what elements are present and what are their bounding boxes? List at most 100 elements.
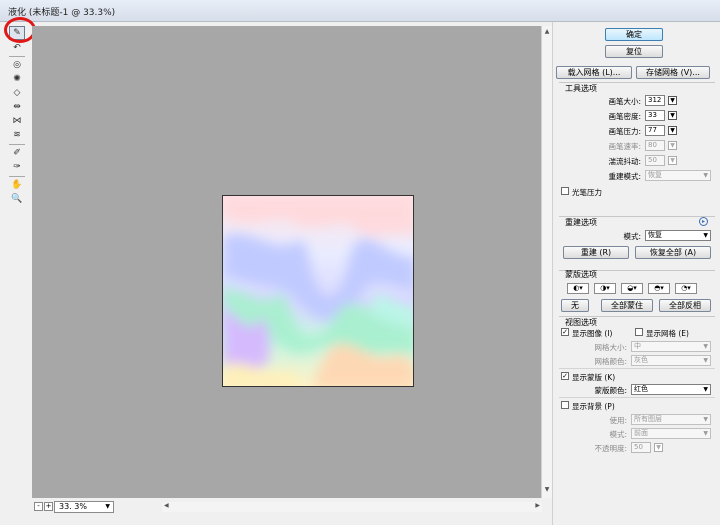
turbulence-icon: ≋ <box>13 130 21 140</box>
bloat-icon: ◇ <box>13 88 21 98</box>
mesh-color-value: 灰色 <box>634 356 648 364</box>
backdrop-opacity-dropdown-icon[interactable]: ▼ <box>654 443 663 452</box>
show-mesh-label: 显示网格 (E) <box>646 329 689 338</box>
invert-all-button[interactable]: 全部反相 <box>659 299 711 312</box>
turbulent-jitter-dropdown-icon[interactable]: ▼ <box>668 156 677 165</box>
scroll-up-arrow-icon[interactable]: ▲ <box>543 28 551 36</box>
zoom-dropdown-icon[interactable]: ▼ <box>105 502 110 512</box>
brush-pressure-dropdown-icon[interactable]: ▼ <box>668 126 677 135</box>
mask-subtract-icon[interactable]: ◒▾ <box>621 283 643 294</box>
hand-icon: ✋ <box>11 180 23 190</box>
scroll-down-arrow-icon[interactable]: ▼ <box>543 486 551 494</box>
turbulence-tool[interactable]: ≋ <box>9 128 25 142</box>
chevron-down-icon: ▼ <box>703 343 708 350</box>
thaw-mask-tool[interactable]: ✑ <box>9 160 25 174</box>
chevron-down-icon: ▼ <box>703 416 708 423</box>
push-left-tool[interactable]: ⇹ <box>9 100 25 114</box>
brush-size-input[interactable]: 312 <box>645 95 665 106</box>
tool-options-title: 工具选项 <box>565 84 597 93</box>
mask-all-button[interactable]: 全部蒙住 <box>601 299 653 312</box>
mask-add-icon[interactable]: ◑▾ <box>594 283 616 294</box>
tool-separator <box>9 144 25 145</box>
vertical-scrollbar[interactable]: ▲ ▼ <box>541 26 552 498</box>
stylus-pressure-label: 光笔压力 <box>572 188 602 197</box>
save-mesh-button[interactable]: 存储网格 (V)... <box>636 66 710 79</box>
show-image-checkbox[interactable]: ✓ <box>561 328 569 336</box>
tool-options-group: 工具选项 画笔大小: 312 ▼ 画笔密度: 33 ▼ 画笔压力: 77 ▼ 画… <box>559 82 715 208</box>
show-mask-checkbox[interactable]: ✓ <box>561 372 569 380</box>
freeze-mask-tool[interactable]: ✐ <box>9 146 25 160</box>
zoom-out-button[interactable]: - <box>34 502 43 511</box>
backdrop-use-value: 所有图层 <box>634 415 662 423</box>
hand-tool[interactable]: ✋ <box>9 178 25 192</box>
push-left-icon: ⇹ <box>13 102 21 112</box>
mask-color-select[interactable]: 红色 ▼ <box>631 384 711 395</box>
freeze-mask-icon: ✐ <box>13 148 21 158</box>
backdrop-mode-value: 前面 <box>634 429 648 437</box>
zoom-in-button[interactable]: + <box>44 502 53 511</box>
ok-button[interactable]: 确定 <box>605 28 663 41</box>
chevron-down-icon: ▼ <box>703 172 708 179</box>
view-options-title: 视图选项 <box>565 318 597 327</box>
reconstruct-mode-select[interactable]: 恢复 ▼ <box>645 170 711 181</box>
chevron-down-icon: ▼ <box>703 232 708 239</box>
horizontal-scrollbar[interactable]: ◀ ▶ <box>162 502 542 512</box>
pucker-tool[interactable]: ✺ <box>9 72 25 86</box>
load-mesh-button[interactable]: 载入网格 (L)... <box>556 66 632 79</box>
mask-intersect-icon[interactable]: ◓▾ <box>648 283 670 294</box>
panel-menu-icon[interactable]: ▸ <box>699 217 708 226</box>
reconstruct-mode2-label: 模式: <box>623 232 641 241</box>
backdrop-mode-label: 模式: <box>609 430 627 439</box>
brush-size-label: 画笔大小: <box>608 97 641 106</box>
brush-pressure-input[interactable]: 77 <box>645 125 665 136</box>
mask-color-value: 红色 <box>634 385 648 393</box>
show-mesh-checkbox[interactable] <box>635 328 643 336</box>
mask-none-button[interactable]: 无 <box>561 299 589 312</box>
zoom-level-value: 33. 3% <box>59 502 87 511</box>
divider <box>559 368 715 369</box>
preview-canvas[interactable] <box>32 26 541 498</box>
thaw-mask-icon: ✑ <box>13 162 21 172</box>
liquify-window: 液化 (未标题-1 @ 33.3%) ✎ ↶ ◎ ✺ ◇ ⇹ ⋈ ≋ ✐ ✑ ✋… <box>0 0 720 525</box>
reset-button[interactable]: 复位 <box>605 45 663 58</box>
mask-options-group: 蒙版选项 ◐▾ ◑▾ ◒▾ ◓▾ ◔▾ 无 全部蒙住 全部反相 <box>559 270 715 318</box>
scroll-right-arrow-icon[interactable]: ▶ <box>535 502 540 509</box>
mesh-color-select[interactable]: 灰色 ▼ <box>631 355 711 366</box>
mirror-icon: ⋈ <box>12 116 22 126</box>
mesh-size-value: 中 <box>634 342 641 350</box>
tool-palette: ✎ ↶ ◎ ✺ ◇ ⇹ ⋈ ≋ ✐ ✑ ✋ 🔍 <box>6 24 28 504</box>
mask-replace-icon[interactable]: ◐▾ <box>567 283 589 294</box>
turbulent-jitter-input[interactable]: 50 <box>645 155 665 166</box>
brush-density-input[interactable]: 33 <box>645 110 665 121</box>
zoom-tool[interactable]: 🔍 <box>9 192 25 206</box>
mirror-tool[interactable]: ⋈ <box>9 114 25 128</box>
brush-rate-dropdown-icon[interactable]: ▼ <box>668 141 677 150</box>
backdrop-opacity-input[interactable]: 50 <box>631 442 651 453</box>
mesh-size-label: 网格大小: <box>594 343 627 352</box>
reconstruct-mode2-select[interactable]: 恢复 ▼ <box>645 230 711 241</box>
reconstruct-button[interactable]: 重建 (R) <box>563 246 629 259</box>
preview-image[interactable] <box>222 195 414 387</box>
brush-density-dropdown-icon[interactable]: ▼ <box>668 111 677 120</box>
restore-all-button[interactable]: 恢复全部 (A) <box>635 246 711 259</box>
tool-separator <box>9 56 25 57</box>
show-backdrop-checkbox[interactable] <box>561 401 569 409</box>
mask-invert-icon[interactable]: ◔▾ <box>675 283 697 294</box>
backdrop-use-select[interactable]: 所有图层 ▼ <box>631 414 711 425</box>
brush-rate-input[interactable]: 80 <box>645 140 665 151</box>
brush-size-dropdown-icon[interactable]: ▼ <box>668 96 677 105</box>
stylus-pressure-checkbox[interactable] <box>561 187 569 195</box>
pucker-icon: ✺ <box>13 74 21 84</box>
brush-rate-label: 画笔速率: <box>608 142 641 151</box>
reconstruct-tool[interactable]: ↶ <box>9 41 25 55</box>
zoom-level-field[interactable]: 33. 3% ▼ <box>54 501 114 513</box>
backdrop-use-label: 使用: <box>609 416 627 425</box>
mesh-size-select[interactable]: 中 ▼ <box>631 341 711 352</box>
reconstruct-icon: ↶ <box>13 43 21 53</box>
scroll-left-arrow-icon[interactable]: ◀ <box>164 502 169 509</box>
turbulent-jitter-label: 湍流抖动: <box>608 157 641 166</box>
bloat-tool[interactable]: ◇ <box>9 86 25 100</box>
twirl-icon: ◎ <box>13 60 21 70</box>
twirl-tool[interactable]: ◎ <box>9 58 25 72</box>
backdrop-mode-select[interactable]: 前面 ▼ <box>631 428 711 439</box>
